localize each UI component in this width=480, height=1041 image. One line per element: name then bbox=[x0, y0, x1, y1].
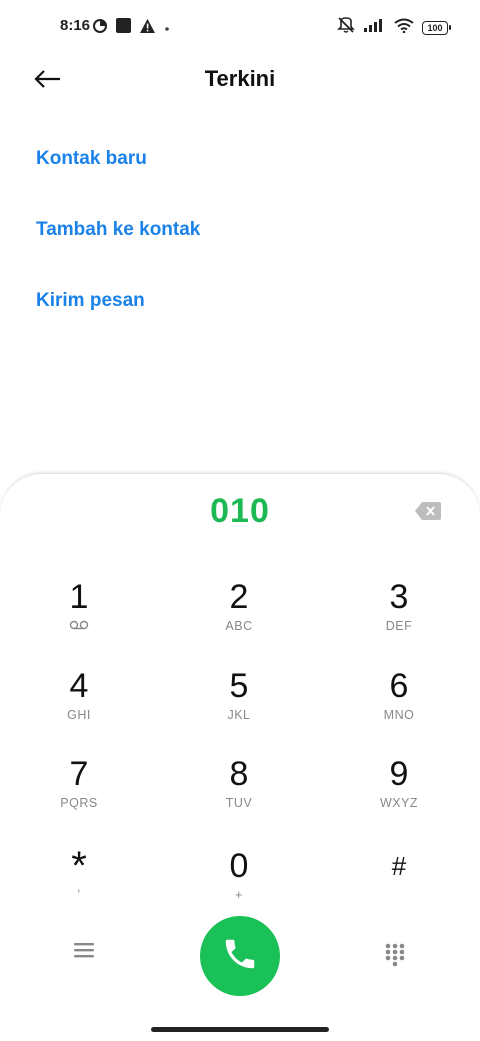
key-digit: 0 bbox=[229, 847, 249, 885]
dialpad-toggle-button[interactable] bbox=[384, 942, 408, 968]
voicemail-icon bbox=[19, 619, 139, 633]
key-star[interactable]: * , bbox=[19, 846, 139, 926]
header: Terkini bbox=[0, 56, 480, 106]
dialed-number[interactable]: 010 bbox=[0, 492, 480, 531]
call-button[interactable] bbox=[200, 916, 280, 996]
key-5[interactable]: 5 JKL bbox=[179, 666, 299, 746]
key-8[interactable]: 8 TUV bbox=[179, 754, 299, 834]
square-notification-icon bbox=[116, 18, 131, 38]
key-digit: 9 bbox=[389, 755, 409, 793]
backspace-icon bbox=[415, 502, 441, 524]
key-9[interactable]: 9 WXYZ bbox=[339, 754, 459, 834]
key-digit: 8 bbox=[229, 755, 249, 793]
key-digit: 1 bbox=[69, 578, 89, 616]
key-hash[interactable]: # bbox=[339, 846, 459, 926]
home-indicator[interactable] bbox=[151, 1027, 329, 1032]
key-letters: ABC bbox=[225, 619, 253, 633]
status-right-icons: 100 bbox=[336, 16, 451, 39]
backspace-button[interactable] bbox=[415, 502, 441, 522]
data-saver-icon bbox=[93, 18, 107, 38]
key-digit: 3 bbox=[389, 578, 409, 616]
warning-icon bbox=[140, 18, 155, 38]
menu-button[interactable] bbox=[72, 940, 98, 964]
status-left-icons bbox=[93, 18, 170, 38]
add-to-contact-link[interactable]: Tambah ke kontak bbox=[36, 219, 200, 241]
key-digit: 5 bbox=[229, 667, 249, 705]
key-digit: 2 bbox=[229, 578, 249, 616]
silent-icon bbox=[336, 16, 356, 39]
key-1[interactable]: 1 bbox=[19, 577, 139, 657]
dialpad-icon bbox=[384, 943, 406, 972]
key-letters: GHI bbox=[67, 708, 91, 722]
page-title: Terkini bbox=[204, 66, 276, 91]
signal-icon bbox=[364, 18, 386, 37]
key-letters: WXYZ bbox=[379, 796, 419, 810]
key-digit: 4 bbox=[69, 667, 89, 705]
key-letters: MNO bbox=[383, 708, 415, 722]
key-7[interactable]: 7 PQRS bbox=[19, 754, 139, 834]
dot-icon bbox=[164, 19, 170, 37]
key-digit: 6 bbox=[389, 667, 409, 705]
wifi-icon bbox=[394, 18, 414, 38]
key-3[interactable]: 3 DEF bbox=[339, 577, 459, 657]
phone-icon bbox=[221, 935, 259, 978]
key-digit: # bbox=[391, 851, 407, 881]
send-message-link[interactable]: Kirim pesan bbox=[36, 290, 145, 312]
key-letters: , bbox=[77, 880, 81, 894]
battery-icon: 100 bbox=[422, 20, 451, 35]
key-letters: + bbox=[235, 888, 243, 902]
key-letters: JKL bbox=[227, 708, 251, 722]
new-contact-link[interactable]: Kontak baru bbox=[36, 148, 147, 170]
key-0[interactable]: 0 + bbox=[179, 846, 299, 926]
key-4[interactable]: 4 GHI bbox=[19, 666, 139, 746]
key-letters: PQRS bbox=[60, 796, 98, 810]
status-bar: 8:16 100 bbox=[0, 0, 480, 56]
menu-icon bbox=[72, 943, 96, 964]
status-time: 8:16 bbox=[60, 17, 91, 34]
key-letters: TUV bbox=[225, 796, 253, 810]
key-6[interactable]: 6 MNO bbox=[339, 666, 459, 746]
key-digit: 7 bbox=[69, 755, 89, 793]
key-2[interactable]: 2 ABC bbox=[179, 577, 299, 657]
key-letters: DEF bbox=[385, 619, 413, 633]
